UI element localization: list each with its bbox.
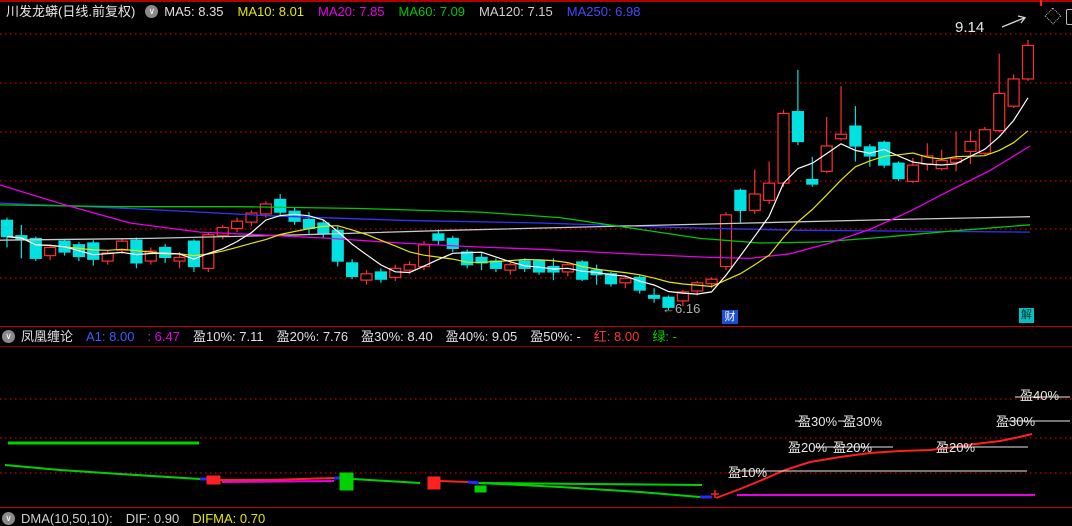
ma60-readout: MA60: 7.09 <box>398 4 466 19</box>
draw-tool-diamond-icon[interactable] <box>1044 7 1062 25</box>
red-line-readout: 红: 8.00 <box>593 329 640 344</box>
main-chart-header: 川发龙蟒(日线.前复权) ∨ MA5: 8.35 MA10: 8.01 MA20… <box>6 4 654 19</box>
svg-text:盈30%: 盈30% <box>996 414 1035 429</box>
svg-text:盈40%: 盈40% <box>1020 388 1059 403</box>
win40-readout: 盈40%: 9.05 <box>445 329 518 344</box>
chevron-down-icon[interactable]: ∨ <box>145 5 159 18</box>
chevron-down-icon[interactable]: ∨ <box>2 330 15 343</box>
win50-readout: 盈50%: - <box>530 329 581 344</box>
svg-text:盈10%: 盈10% <box>728 465 767 480</box>
win20-readout: 盈20%: 7.76 <box>276 329 349 344</box>
low-price-label: ←6.16 <box>662 301 701 316</box>
draw-tool-square-icon[interactable] <box>1066 9 1072 25</box>
win30-readout: 盈30%: 8.40 <box>361 329 433 344</box>
marker-cai-badge[interactable]: 财 <box>722 310 738 324</box>
sub-chart-header: ∨ 凤凰缠论 A1: 8.00 : 6.47 盈10%: 7.11 盈20%: … <box>2 329 690 344</box>
indicator-title: 凤凰缠论 <box>21 329 74 344</box>
top-axis-tick <box>1040 0 1042 6</box>
high-arrow-icon <box>1001 15 1027 28</box>
ma5-readout: MA5: 8.35 <box>164 4 224 19</box>
top-border-line <box>0 0 1072 2</box>
bottom-divider-line[interactable] <box>0 507 1072 508</box>
a2-readout: : 6.47 <box>147 329 180 344</box>
panel-divider-line[interactable] <box>0 326 1072 327</box>
svg-text:盈20%: 盈20% <box>788 440 827 455</box>
green-line-readout: 绿: - <box>652 329 677 344</box>
a1-readout: A1: 8.00 <box>86 329 135 344</box>
page-title: 川发龙蟒(日线.前复权) <box>6 4 136 19</box>
ma120-readout: MA120: 7.15 <box>479 4 553 19</box>
stock-app-window: { "header": { "title": "川发龙蟒(日线.前复权)", "… <box>0 0 1072 526</box>
svg-text:盈20%: 盈20% <box>936 440 975 455</box>
main-candlestick-chart[interactable] <box>0 24 1072 326</box>
svg-text:盈30%: 盈30% <box>843 414 882 429</box>
high-price-label: 9.14 <box>955 19 985 36</box>
indicator-sub-chart[interactable]: 盈10% 盈20% 盈20% 盈20% 盈30% 盈30% 盈30% 盈40% <box>0 347 1072 507</box>
ma20-readout: MA20: 7.85 <box>318 4 385 19</box>
marker-jie-badge[interactable]: 解 <box>1019 308 1034 323</box>
ma10-readout: MA10: 8.01 <box>237 4 305 19</box>
svg-text:盈20%: 盈20% <box>833 440 872 455</box>
svg-text:盈30%: 盈30% <box>798 414 837 429</box>
win10-readout: 盈10%: 7.11 <box>192 329 264 344</box>
ma250-readout: MA250: 6.98 <box>566 4 641 19</box>
